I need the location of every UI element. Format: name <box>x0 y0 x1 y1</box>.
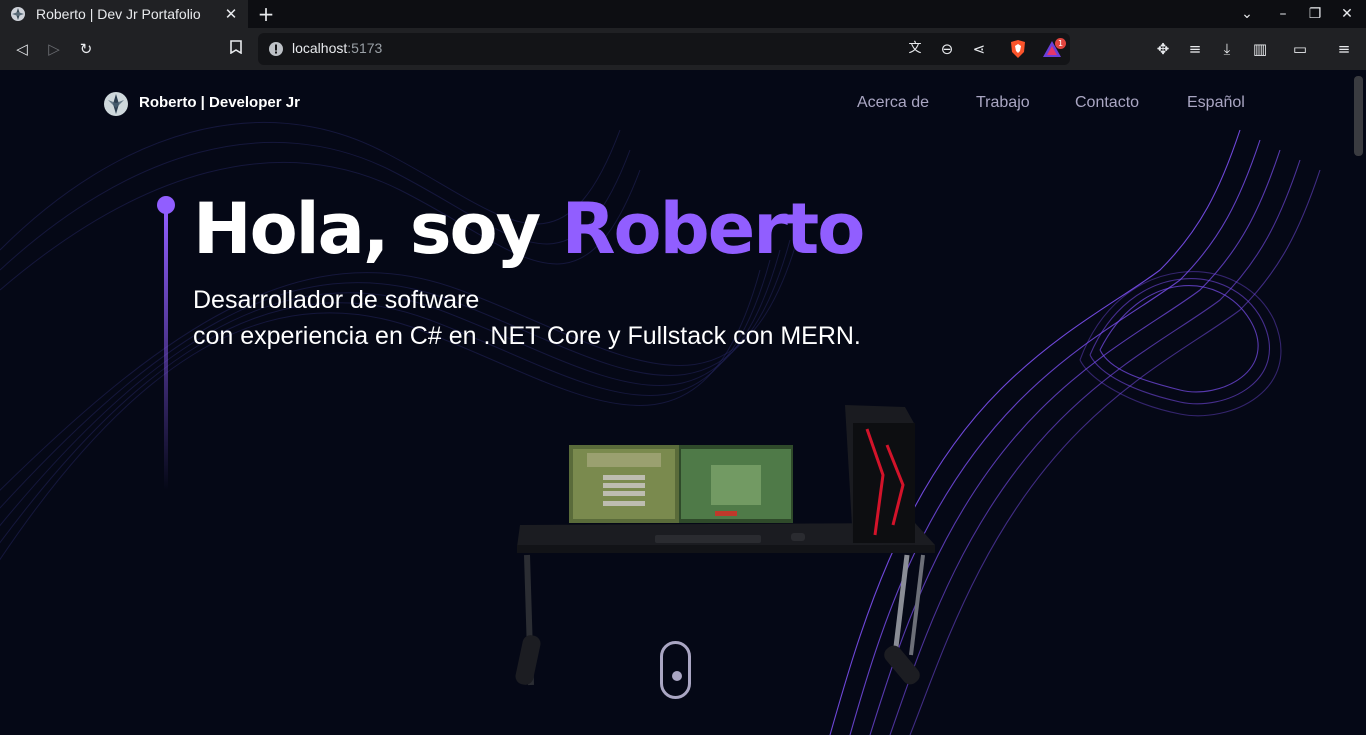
brand-logo-icon[interactable] <box>103 91 129 117</box>
scrollbar-thumb[interactable] <box>1354 76 1363 156</box>
downloads-icon[interactable]: ⤓ <box>1216 38 1238 60</box>
hero-accent-line <box>164 210 168 490</box>
tab-title: Roberto | Dev Jr Portafolio <box>36 6 201 22</box>
forward-icon[interactable]: ▷ <box>43 38 65 60</box>
playlist-icon[interactable]: ≡ <box>1184 38 1206 60</box>
nav-link-language[interactable]: Español <box>1187 94 1245 112</box>
new-tab-button[interactable]: + <box>256 3 276 25</box>
extensions-icon[interactable]: ✥ <box>1152 38 1174 60</box>
bookmark-icon[interactable] <box>225 38 247 60</box>
wallet-icon[interactable]: ▭ <box>1289 38 1311 60</box>
portfolio-page: Roberto | Developer Jr Acerca de Trabajo… <box>0 70 1351 735</box>
translate-icon[interactable]: 文 <box>904 38 926 60</box>
nav-link-work[interactable]: Trabajo <box>976 94 1030 112</box>
hero-title: Hola, soy Roberto <box>193 188 866 270</box>
nav-link-about[interactable]: Acerca de <box>857 94 929 112</box>
close-tab-icon[interactable]: ✕ <box>222 5 240 23</box>
page-scrollbar[interactable] <box>1351 70 1366 735</box>
site-favicon-icon <box>11 7 25 21</box>
hero-title-prefix: Hola, soy <box>193 188 541 270</box>
hero-subtitle-line1: Desarrollador de software <box>193 286 480 314</box>
brave-shields-icon[interactable] <box>1009 39 1027 59</box>
zoom-out-icon[interactable]: ⊖ <box>936 38 958 60</box>
hero-subtitle: Desarrollador de software con experienci… <box>193 282 861 354</box>
maximize-button[interactable]: ❐ <box>1305 4 1325 24</box>
reload-icon[interactable]: ↻ <box>75 38 97 60</box>
computer-desk-3d-model[interactable] <box>515 405 940 695</box>
hero-title-name: Roberto <box>561 188 866 270</box>
menu-icon[interactable]: ≡ <box>1333 38 1355 60</box>
tab-list-chevron-icon[interactable]: ⌄ <box>1237 4 1257 24</box>
rewards-badge: 1 <box>1055 38 1066 49</box>
nav-link-contact[interactable]: Contacto <box>1075 94 1139 112</box>
sidebar-icon[interactable]: ▥ <box>1249 38 1271 60</box>
minimize-button[interactable]: – <box>1273 4 1293 24</box>
nav-brand[interactable]: Roberto | Developer Jr <box>139 94 300 111</box>
back-icon[interactable]: ◁ <box>11 38 33 60</box>
hero-subtitle-line2: con experiencia en C# en .NET Core y Ful… <box>193 322 861 350</box>
site-info-icon[interactable] <box>268 41 284 57</box>
url-text: localhost:5173 <box>292 40 383 56</box>
share-icon[interactable]: ⋖ <box>968 38 990 60</box>
scroll-dot <box>672 671 682 681</box>
browser-tabbar: Roberto | Dev Jr Portafolio ✕ + ⌄ – ❐ ✕ <box>0 0 1366 28</box>
scroll-down-indicator[interactable] <box>660 641 691 699</box>
close-window-button[interactable]: ✕ <box>1337 4 1357 24</box>
browser-tab[interactable]: Roberto | Dev Jr Portafolio ✕ <box>0 0 248 28</box>
